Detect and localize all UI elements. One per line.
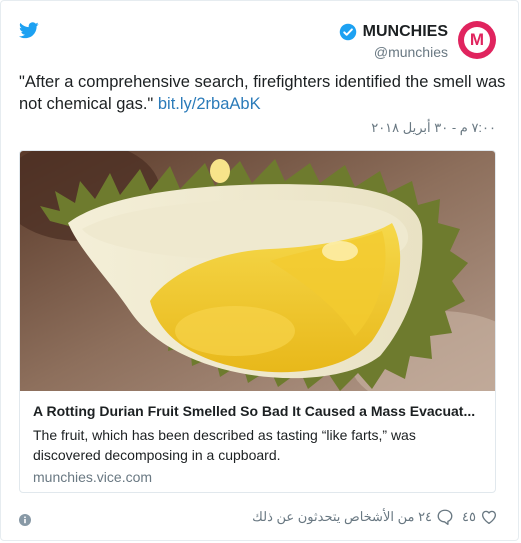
- heart-icon: [481, 510, 497, 525]
- durian-fruit-image: [20, 151, 495, 391]
- tweet-actions: ٢٤ من الأشخاص يتحدثون عن ذلك ٤٥: [252, 508, 498, 526]
- author-handle[interactable]: @munchies: [339, 44, 448, 60]
- like-action[interactable]: ٤٥: [462, 508, 498, 526]
- link-preview-card[interactable]: A Rotting Durian Fruit Smelled So Bad It…: [19, 150, 496, 493]
- tweet-link[interactable]: bit.ly/2rbaAbK: [158, 95, 261, 113]
- reply-bubble-icon: [437, 509, 453, 525]
- twitter-bird-icon[interactable]: [19, 22, 39, 39]
- like-count: ٤٥: [462, 509, 476, 524]
- avatar[interactable]: M: [458, 21, 496, 59]
- tweet-timestamp[interactable]: ٧:٠٠ م - ٣٠ أبريل ٢٠١٨: [371, 120, 496, 136]
- reply-text: ٢٤ من الأشخاص يتحدثون عن ذلك: [252, 509, 433, 524]
- link-card-domain[interactable]: munchies.vice.com: [33, 469, 485, 485]
- tweet-text: "After a comprehensive search, firefight…: [19, 71, 507, 115]
- verified-badge-icon: [339, 23, 356, 41]
- avatar-letter: M: [464, 27, 490, 53]
- author-name[interactable]: MUNCHIES: [363, 23, 448, 41]
- tweet-embed-card: MUNCHIES @munchies M "After a comprehens…: [0, 0, 519, 541]
- author-block[interactable]: MUNCHIES @munchies: [339, 23, 448, 60]
- tweet-quote: "After a comprehensive search, firefight…: [19, 73, 506, 113]
- reply-action[interactable]: ٢٤ من الأشخاص يتحدثون عن ذلك: [252, 508, 454, 526]
- link-card-title[interactable]: A Rotting Durian Fruit Smelled So Bad It…: [33, 403, 485, 419]
- tweet-footer: ٢٤ من الأشخاص يتحدثون عن ذلك ٤٥: [1, 506, 520, 530]
- link-card-description: The fruit, which has been described as t…: [33, 427, 416, 463]
- link-card-body: A Rotting Durian Fruit Smelled So Bad It…: [33, 403, 485, 485]
- info-icon[interactable]: [19, 514, 31, 526]
- author-name-row: MUNCHIES: [339, 23, 448, 41]
